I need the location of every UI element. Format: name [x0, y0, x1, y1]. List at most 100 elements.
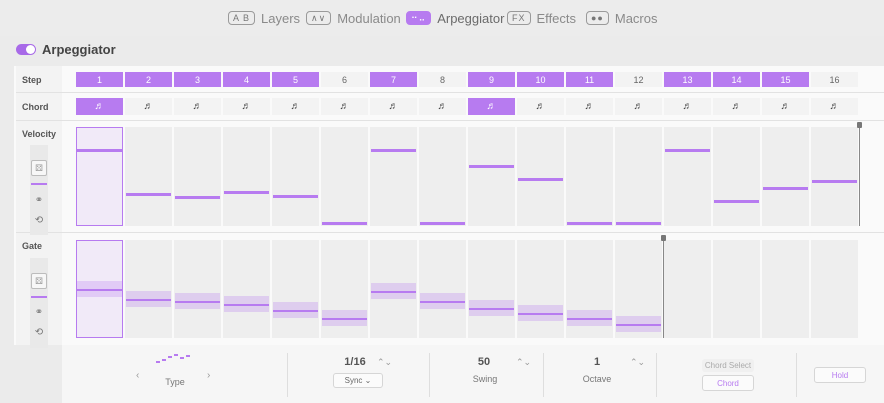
- step-6-button[interactable]: 6: [321, 72, 368, 87]
- step-9-button[interactable]: 9: [468, 72, 515, 87]
- velocity-step-10-bar[interactable]: [518, 178, 563, 182]
- velocity-step-2-bar[interactable]: [126, 192, 171, 196]
- chord-step-15-icon[interactable]: ♬: [762, 98, 809, 115]
- swing-stepper[interactable]: ⌃⌄: [516, 357, 531, 368]
- velocity-step-column[interactable]: [321, 127, 368, 226]
- velocity-step-column[interactable]: [174, 127, 221, 226]
- gate-step-column[interactable]: [713, 240, 760, 338]
- chord-step-9-icon[interactable]: ♬: [468, 98, 515, 115]
- rate-value[interactable]: 1/16: [335, 356, 375, 368]
- gate-loop-end-marker[interactable]: [663, 240, 664, 338]
- velocity-step-6-bar[interactable]: [322, 222, 367, 226]
- gate-step-12-bar[interactable]: [616, 324, 661, 327]
- chord-step-5-icon[interactable]: ♬: [272, 98, 319, 115]
- step-5-button[interactable]: 5: [272, 72, 319, 87]
- chord-step-16-icon[interactable]: ♬: [811, 98, 858, 115]
- velocity-step-column[interactable]: [370, 127, 417, 226]
- step-15-button[interactable]: 15: [762, 72, 809, 87]
- step-12-button[interactable]: 12: [615, 72, 662, 87]
- gate-step-column[interactable]: [272, 240, 319, 338]
- velocity-randomize-icon[interactable]: ⚄: [31, 160, 47, 176]
- gate-step-column[interactable]: [223, 240, 270, 338]
- gate-step-column[interactable]: [664, 240, 711, 338]
- velocity-step-column[interactable]: [615, 127, 662, 226]
- chord-step-2-icon[interactable]: ♬: [125, 98, 172, 115]
- rate-stepper[interactable]: ⌃⌄: [377, 357, 392, 368]
- chord-step-14-icon[interactable]: ♬: [713, 98, 760, 115]
- velocity-step-column[interactable]: [811, 127, 858, 226]
- tab-effects[interactable]: FX Effects: [507, 9, 576, 27]
- step-7-button[interactable]: 7: [370, 72, 417, 87]
- tab-modulation[interactable]: ∧∨ Modulation: [306, 9, 401, 27]
- velocity-step-column[interactable]: [517, 127, 564, 226]
- chord-step-7-icon[interactable]: ♬: [370, 98, 417, 115]
- velocity-step-4-bar[interactable]: [224, 190, 269, 194]
- step-2-button[interactable]: 2: [125, 72, 172, 87]
- hold-button[interactable]: Hold: [814, 367, 866, 383]
- gate-loop-handle[interactable]: [661, 235, 666, 241]
- step-16-button[interactable]: 16: [811, 72, 858, 87]
- octave-stepper[interactable]: ⌃⌄: [630, 357, 645, 368]
- velocity-link-icon[interactable]: ⚭: [31, 192, 47, 208]
- velocity-loop-end-marker[interactable]: [859, 127, 860, 226]
- gate-step-6-bar[interactable]: [322, 318, 367, 321]
- chord-step-3-icon[interactable]: ♬: [174, 98, 221, 115]
- gate-step-column[interactable]: [762, 240, 809, 338]
- velocity-step-15-bar[interactable]: [763, 186, 808, 190]
- velocity-step-column[interactable]: [125, 127, 172, 226]
- gate-step-10-bar[interactable]: [518, 313, 563, 316]
- velocity-step-13-bar[interactable]: [665, 148, 710, 152]
- velocity-step-11-bar[interactable]: [567, 222, 612, 226]
- velocity-step-1-bar[interactable]: [77, 148, 122, 152]
- type-prev-button[interactable]: ‹: [136, 370, 139, 381]
- step-14-button[interactable]: 14: [713, 72, 760, 87]
- sync-dropdown[interactable]: Sync ⌄: [333, 373, 383, 388]
- step-10-button[interactable]: 10: [517, 72, 564, 87]
- gate-randomize-icon[interactable]: ⚄: [31, 273, 47, 289]
- chord-step-10-icon[interactable]: ♬: [517, 98, 564, 115]
- velocity-step-14-bar[interactable]: [714, 200, 759, 204]
- velocity-step-column[interactable]: [762, 127, 809, 226]
- velocity-step-column[interactable]: [272, 127, 319, 226]
- velocity-step-column[interactable]: [664, 127, 711, 226]
- chord-step-6-icon[interactable]: ♬: [321, 98, 368, 115]
- octave-value[interactable]: 1: [582, 356, 612, 368]
- velocity-loop-handle[interactable]: [857, 122, 862, 128]
- velocity-step-column[interactable]: [713, 127, 760, 226]
- gate-step-5-bar[interactable]: [273, 309, 318, 312]
- gate-step-11-bar[interactable]: [567, 318, 612, 321]
- gate-step-9-bar[interactable]: [469, 307, 514, 310]
- tab-macros[interactable]: ●● Macros: [586, 9, 658, 27]
- velocity-step-column[interactable]: [419, 127, 466, 226]
- arpeggiator-toggle[interactable]: [16, 44, 36, 55]
- chord-step-4-icon[interactable]: ♬: [223, 98, 270, 115]
- gate-step-column[interactable]: [125, 240, 172, 338]
- gate-step-3-bar[interactable]: [175, 301, 220, 304]
- type-next-button[interactable]: ›: [207, 370, 210, 381]
- velocity-step-column[interactable]: [223, 127, 270, 226]
- step-4-button[interactable]: 4: [223, 72, 270, 87]
- step-1-button[interactable]: 1: [76, 72, 123, 87]
- step-13-button[interactable]: 13: [664, 72, 711, 87]
- velocity-step-16-bar[interactable]: [812, 180, 857, 184]
- gate-step-8-bar[interactable]: [420, 301, 465, 304]
- step-8-button[interactable]: 8: [419, 72, 466, 87]
- gate-cycle-icon[interactable]: ⟲: [31, 324, 47, 340]
- gate-step-2-bar[interactable]: [126, 299, 171, 302]
- step-3-button[interactable]: 3: [174, 72, 221, 87]
- gate-step-1-bar[interactable]: [77, 289, 122, 291]
- velocity-step-8-bar[interactable]: [420, 222, 465, 226]
- velocity-step-3-bar[interactable]: [175, 196, 220, 200]
- velocity-step-column[interactable]: [566, 127, 613, 226]
- swing-value[interactable]: 50: [469, 356, 499, 368]
- velocity-step-column[interactable]: [468, 127, 515, 226]
- tab-arpeggiator[interactable]: ⠒⠤ Arpeggiator: [406, 9, 504, 27]
- gate-step-column[interactable]: [419, 240, 466, 338]
- chord-step-11-icon[interactable]: ♬: [566, 98, 613, 115]
- velocity-step-12-bar[interactable]: [616, 222, 661, 226]
- chord-step-13-icon[interactable]: ♬: [664, 98, 711, 115]
- gate-step-column[interactable]: [811, 240, 858, 338]
- gate-step-7-bar[interactable]: [371, 290, 416, 293]
- velocity-cycle-icon[interactable]: ⟲: [31, 212, 47, 228]
- chord-step-12-icon[interactable]: ♬: [615, 98, 662, 115]
